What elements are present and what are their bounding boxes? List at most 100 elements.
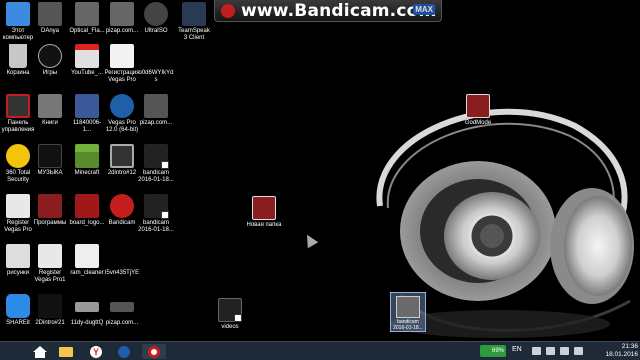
desktop-icon-360-total-security[interactable]: 360 Total Security	[0, 144, 36, 184]
desktop-icon-vegas-registration[interactable]: Регистрация Vegas Pro	[104, 44, 140, 84]
language-indicator[interactable]: EN	[512, 346, 522, 353]
icon-label: bandicam 2016-01-18...	[138, 170, 174, 183]
document-icon	[6, 194, 30, 218]
document-icon	[6, 244, 30, 268]
video-file-icon	[38, 294, 62, 318]
desktop-icon-pictures[interactable]: рисунки	[0, 244, 36, 277]
desktop-icon-ram-cleaner[interactable]: ram_cleaner	[69, 244, 105, 277]
document-icon	[110, 44, 134, 68]
icon-label: Minecraft	[74, 170, 100, 176]
desktop-icon-danya[interactable]: DAnya	[32, 2, 68, 35]
taskbar-vegas-pro[interactable]	[112, 344, 136, 359]
video-file-icon	[110, 244, 134, 268]
desktop-icon-new-folder[interactable]: Новая папка	[246, 196, 282, 229]
tray-volume-icon[interactable]	[574, 347, 583, 355]
icon-label: board_logo...	[69, 220, 105, 226]
desktop-icon-programs[interactable]: Программы	[32, 194, 68, 227]
control-panel-icon	[6, 94, 30, 118]
icon-label: UltraISO	[144, 28, 168, 34]
max-badge: MAX	[413, 4, 435, 15]
desktop-icon-books[interactable]: Книги	[32, 94, 68, 127]
taskbar-yandex-browser[interactable]: Y	[84, 344, 108, 359]
tray-flag-icon[interactable]	[532, 347, 541, 355]
desktop-icon-board-logo[interactable]: board_logo...	[69, 194, 105, 227]
icon-label: 11840006-1...	[72, 120, 102, 133]
image-icon	[75, 2, 99, 26]
battery-indicator[interactable]: 69%	[480, 345, 506, 357]
desktop-icon-bandicam-video-2[interactable]: bandicam 2016-01-18...	[138, 194, 174, 234]
icon-label: pizap.com...	[105, 28, 139, 34]
shareit-icon	[6, 294, 30, 318]
icon-label: 11dy-dugttQ	[70, 320, 104, 326]
desktop-icon-teamspeak[interactable]: TeamSpeak 3 Client	[176, 2, 212, 42]
desktop-icon-11dy[interactable]: 11dy-dugttQ	[69, 294, 105, 327]
record-icon	[221, 4, 235, 18]
desktop-icon-games[interactable]: Игры	[32, 44, 68, 77]
desktop-icon-pizap-2[interactable]: pizap.com...	[138, 94, 174, 127]
icon-label: Игры	[42, 70, 58, 76]
desktop-icon-register-vegas1[interactable]: Register Vegas Pro1	[32, 244, 68, 284]
icon-label: Книги	[42, 120, 58, 126]
video-file-icon	[144, 144, 169, 169]
dragged-file[interactable]: bandicam 2016-01-18...	[390, 292, 426, 332]
desktop-icon-vegas-pro[interactable]: Vegas Pro 12.0 (64-bit)	[104, 94, 140, 134]
taskbar-file-explorer[interactable]	[54, 344, 78, 359]
image-icon	[110, 2, 134, 26]
video-file-icon	[144, 44, 168, 68]
desktop-icon-shareit[interactable]: SHAREit	[0, 294, 36, 327]
image-icon	[110, 302, 134, 312]
folder-icon	[59, 346, 73, 357]
icon-label: Панель управления	[1, 120, 35, 133]
desktop-icon-optical-flares[interactable]: Optical_Fla...	[69, 2, 105, 35]
desktop-icon-2dintro12[interactable]: 2dintro#12	[104, 144, 140, 177]
desktop-icon-recycle-bin[interactable]: Корзина	[0, 44, 36, 77]
desktop-icon-bandicam[interactable]: Bandicam	[104, 194, 140, 227]
yandex-browser-icon: Y	[90, 345, 102, 358]
desktop-icon-pizap-1[interactable]: pizap.com...	[104, 2, 140, 35]
desktop-icon-pizap-3[interactable]: pizap.com...	[104, 294, 140, 327]
desktop-icon-youtube[interactable]: YouTube_...	[69, 44, 105, 77]
shortcut-overlay-icon	[234, 314, 242, 322]
icon-label: Register Vegas Pro	[4, 220, 32, 233]
desktop-icon-videos[interactable]: videos	[212, 298, 248, 331]
video-file-icon	[110, 144, 134, 168]
tray-battery-icon[interactable]	[546, 347, 555, 355]
icon-label: Новая папка	[246, 222, 282, 228]
icon-label: Регистрация Vegas Pro	[104, 70, 140, 83]
desktop-icon-music[interactable]: МУЗЫКА	[32, 144, 68, 177]
folder-icon	[466, 94, 490, 118]
desktop-icon-bandicam-video-1[interactable]: bandicam 2016-01-18...	[138, 144, 174, 184]
icon-label: YouTube_...	[71, 70, 103, 76]
taskbar: Y 69% EN 21:36 18.01.2016	[0, 341, 640, 360]
image-icon	[75, 302, 99, 312]
desktop-icon-control-panel[interactable]: Панель управления	[0, 94, 36, 134]
image-icon	[144, 94, 168, 118]
shield-plus-icon	[6, 144, 30, 168]
desktop-icon-2dintro21[interactable]: 2Dintro#21	[32, 294, 68, 327]
youtube-icon	[75, 44, 99, 68]
icon-label: pizap.com...	[139, 120, 173, 126]
desktop-icon-register-vegas[interactable]: Register Vegas Pro	[0, 194, 36, 234]
icon-label: videos	[221, 324, 239, 330]
desktop-icon-this-pc[interactable]: Этот компьютер	[0, 2, 36, 42]
clock-date: 18.01.2016	[605, 351, 638, 358]
computer-icon	[6, 2, 30, 26]
desktop-icon-godmode[interactable]: GodMode	[460, 94, 496, 127]
desktop-icon-i5vn435tjye[interactable]: I5vn435TjYE	[104, 244, 140, 277]
tray-network-icon[interactable]	[560, 347, 569, 355]
desktop-icon-11840006[interactable]: 11840006-1...	[69, 94, 105, 134]
recycle-bin-icon	[9, 44, 27, 68]
bandicam-recording-bar: www.Bandicam.com MAX	[214, 0, 442, 22]
desktop-icon-o0d6wyikyds[interactable]: o0d6WYIkYds	[138, 44, 174, 84]
icon-label: TeamSpeak 3 Client	[178, 28, 210, 41]
image-icon	[75, 194, 99, 218]
desktop-icon-minecraft[interactable]: Minecraft	[69, 144, 105, 177]
taskbar-bandicam[interactable]	[142, 344, 166, 359]
shortcut-overlay-icon	[161, 161, 169, 169]
icon-label: МУЗЫКА	[37, 170, 63, 176]
start-button[interactable]	[28, 344, 52, 359]
desktop: Этот компьютер Корзина Панель управления…	[0, 0, 640, 341]
bandicam-record-icon	[110, 194, 134, 218]
system-clock[interactable]: 21:36 18.01.2016	[594, 343, 638, 359]
desktop-icon-ultraiso[interactable]: UltraISO	[138, 2, 174, 35]
